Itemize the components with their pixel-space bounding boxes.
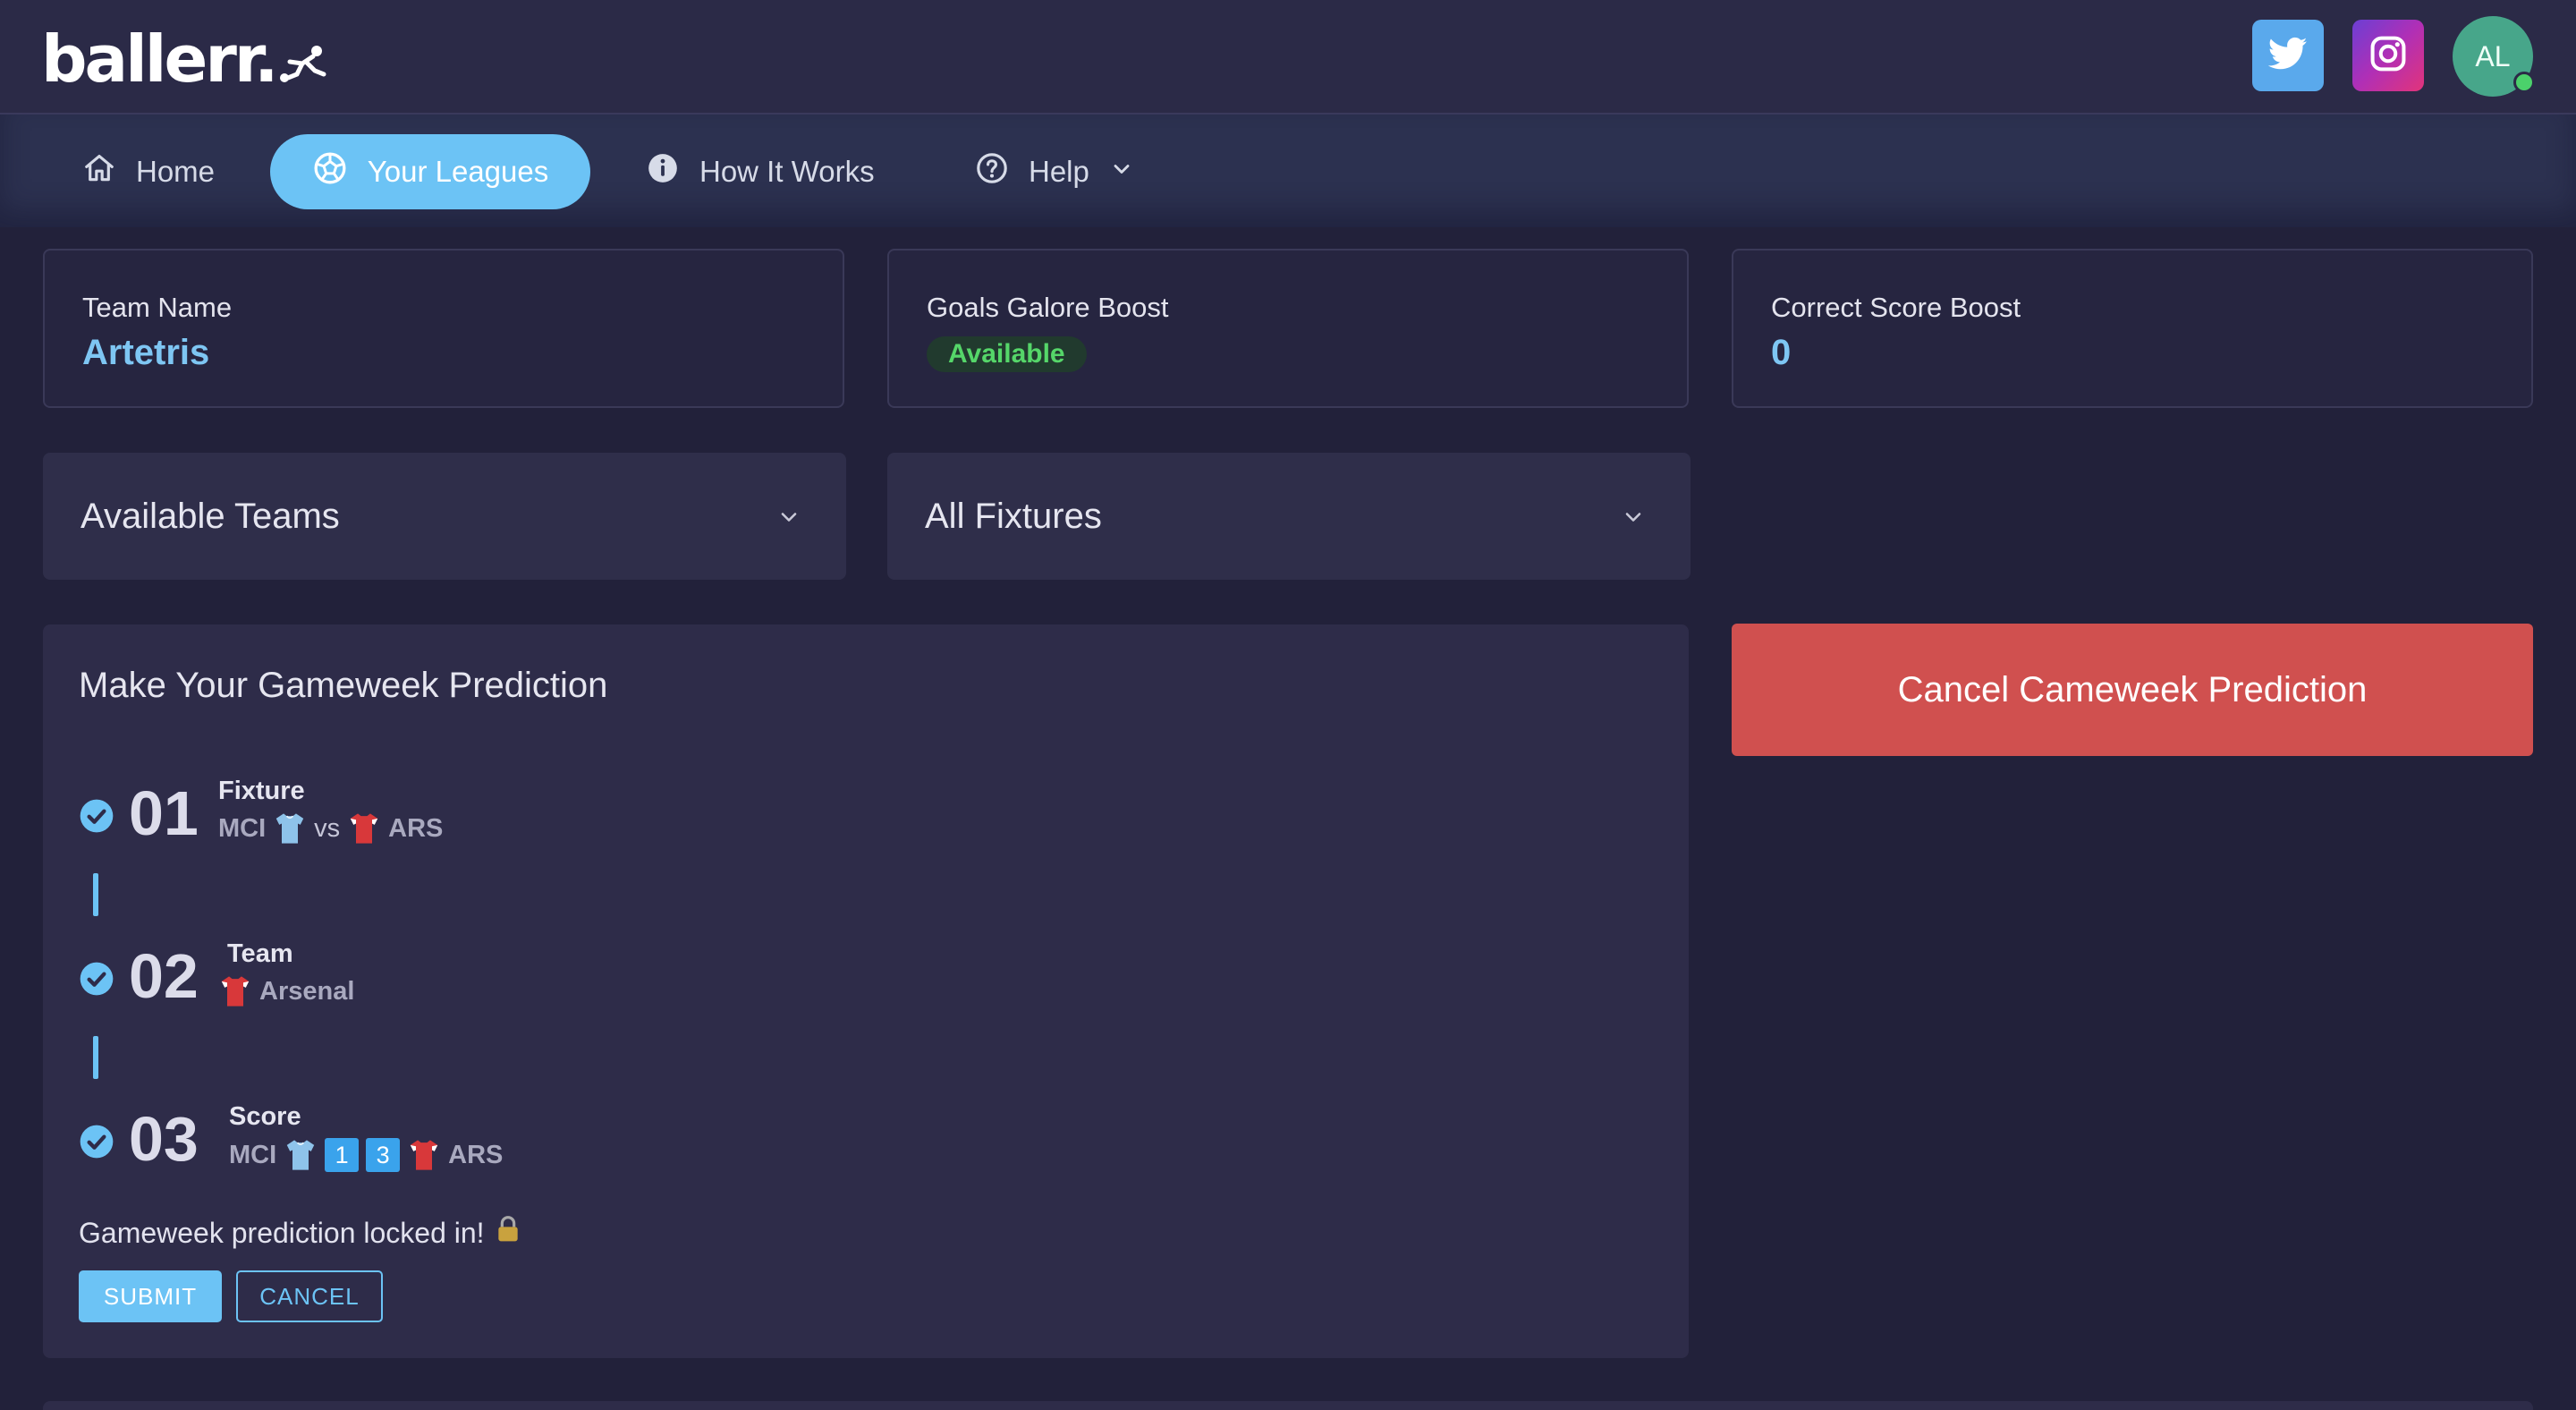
- status-badge: Available: [927, 336, 1087, 372]
- step-connector: [93, 1036, 98, 1079]
- selected-team-name: Arsenal: [259, 976, 355, 1006]
- nav-item-help[interactable]: Help: [975, 134, 1134, 209]
- all-fixtures-label: All Fixtures: [925, 496, 1102, 536]
- nav-item-your-leagues[interactable]: Your Leagues: [270, 134, 590, 209]
- man-city-shirt-icon: [275, 812, 305, 845]
- all-fixtures-select[interactable]: All Fixtures: [887, 453, 1690, 580]
- chevron-down-icon: [1089, 155, 1134, 189]
- home-team-code: MCI: [218, 813, 267, 843]
- prediction-title: Make Your Gameweek Prediction: [79, 666, 608, 705]
- nav-label-your-leagues: Your Leagues: [367, 155, 549, 188]
- chevron-down-icon: [1621, 505, 1646, 534]
- away-team-code: ARS: [388, 813, 444, 843]
- available-teams-select[interactable]: Available Teams: [43, 453, 846, 580]
- step-title: Fixture: [218, 777, 305, 805]
- submit-button[interactable]: SUBMIT: [79, 1270, 222, 1322]
- arsenal-shirt-icon: [220, 975, 250, 1007]
- team-name-value: Artetris: [82, 333, 210, 372]
- step-number: 01: [129, 778, 199, 848]
- twitter-bird-icon: [2267, 37, 2308, 75]
- arsenal-shirt-icon: [409, 1139, 439, 1171]
- vs-text: vs: [314, 813, 341, 843]
- nav-item-how-it-works[interactable]: How It Works: [646, 134, 875, 209]
- nav-label-home: Home: [136, 155, 216, 188]
- online-status-dot: [2513, 72, 2535, 93]
- step-number: 02: [129, 941, 199, 1011]
- top-header: ballerr. AL: [0, 0, 2576, 115]
- away-score-box: 3: [366, 1138, 401, 1172]
- instagram-button[interactable]: [2352, 20, 2424, 91]
- check-circle-icon: [79, 1124, 114, 1164]
- goals-galore-card: Goals Galore Boost Available: [887, 249, 1689, 408]
- lock-icon: [485, 1215, 521, 1251]
- nav-label-help: Help: [1029, 155, 1089, 188]
- locked-message: Gameweek prediction locked in!: [79, 1215, 521, 1251]
- next-panel-edge: [43, 1401, 2533, 1410]
- arsenal-shirt-icon: [349, 812, 379, 845]
- question-icon: [975, 151, 1029, 192]
- ballerr-logo[interactable]: ballerr.: [41, 23, 329, 95]
- fixture-detail: MCI vs ARS: [218, 812, 443, 845]
- soccer-ball-icon: [312, 150, 368, 193]
- step-title: Score: [229, 1102, 301, 1131]
- team-detail: Arsenal: [220, 975, 354, 1007]
- cancel-gameweek-prediction-button[interactable]: Cancel Cameweek Prediction: [1732, 624, 2533, 756]
- correct-score-label: Correct Score Boost: [1771, 292, 2021, 323]
- home-team-code: MCI: [229, 1140, 277, 1169]
- player-kick-icon: [279, 44, 329, 88]
- man-city-shirt-icon: [285, 1139, 316, 1171]
- user-avatar[interactable]: AL: [2453, 16, 2535, 97]
- score-detail: MCI 1 3 ARS: [229, 1138, 503, 1172]
- main-nav: Home Your Leagues How It Works Help: [0, 115, 2576, 227]
- correct-score-card: Correct Score Boost 0: [1732, 249, 2533, 408]
- goals-galore-label: Goals Galore Boost: [927, 292, 1169, 323]
- correct-score-value: 0: [1771, 333, 1792, 372]
- home-score-box: 1: [325, 1138, 360, 1172]
- info-icon: [646, 151, 699, 192]
- instagram-camera-icon: [2368, 34, 2408, 78]
- nav-item-home[interactable]: Home: [82, 134, 215, 209]
- team-name-card: Team Name Artetris: [43, 249, 844, 408]
- step-title: Team: [227, 939, 293, 968]
- cancel-button[interactable]: CANCEL: [236, 1270, 383, 1322]
- logo-text: ballerr.: [41, 21, 278, 97]
- nav-label-how-it-works: How It Works: [699, 155, 875, 188]
- step-connector: [93, 873, 98, 916]
- away-team-code: ARS: [448, 1140, 504, 1169]
- chevron-down-icon: [776, 505, 801, 534]
- step-number: 03: [129, 1104, 199, 1174]
- home-icon: [82, 151, 136, 192]
- gameweek-prediction-panel: Make Your Gameweek Prediction 01 Fixture…: [43, 624, 1689, 1358]
- check-circle-icon: [79, 961, 114, 1001]
- available-teams-label: Available Teams: [80, 496, 340, 536]
- check-circle-icon: [79, 798, 114, 838]
- avatar-initials: AL: [2475, 39, 2511, 72]
- cancel-gameweek-prediction-label: Cancel Cameweek Prediction: [1897, 669, 2368, 709]
- twitter-button[interactable]: [2252, 20, 2324, 91]
- team-name-label: Team Name: [82, 292, 233, 323]
- locked-message-text: Gameweek prediction locked in!: [79, 1216, 485, 1249]
